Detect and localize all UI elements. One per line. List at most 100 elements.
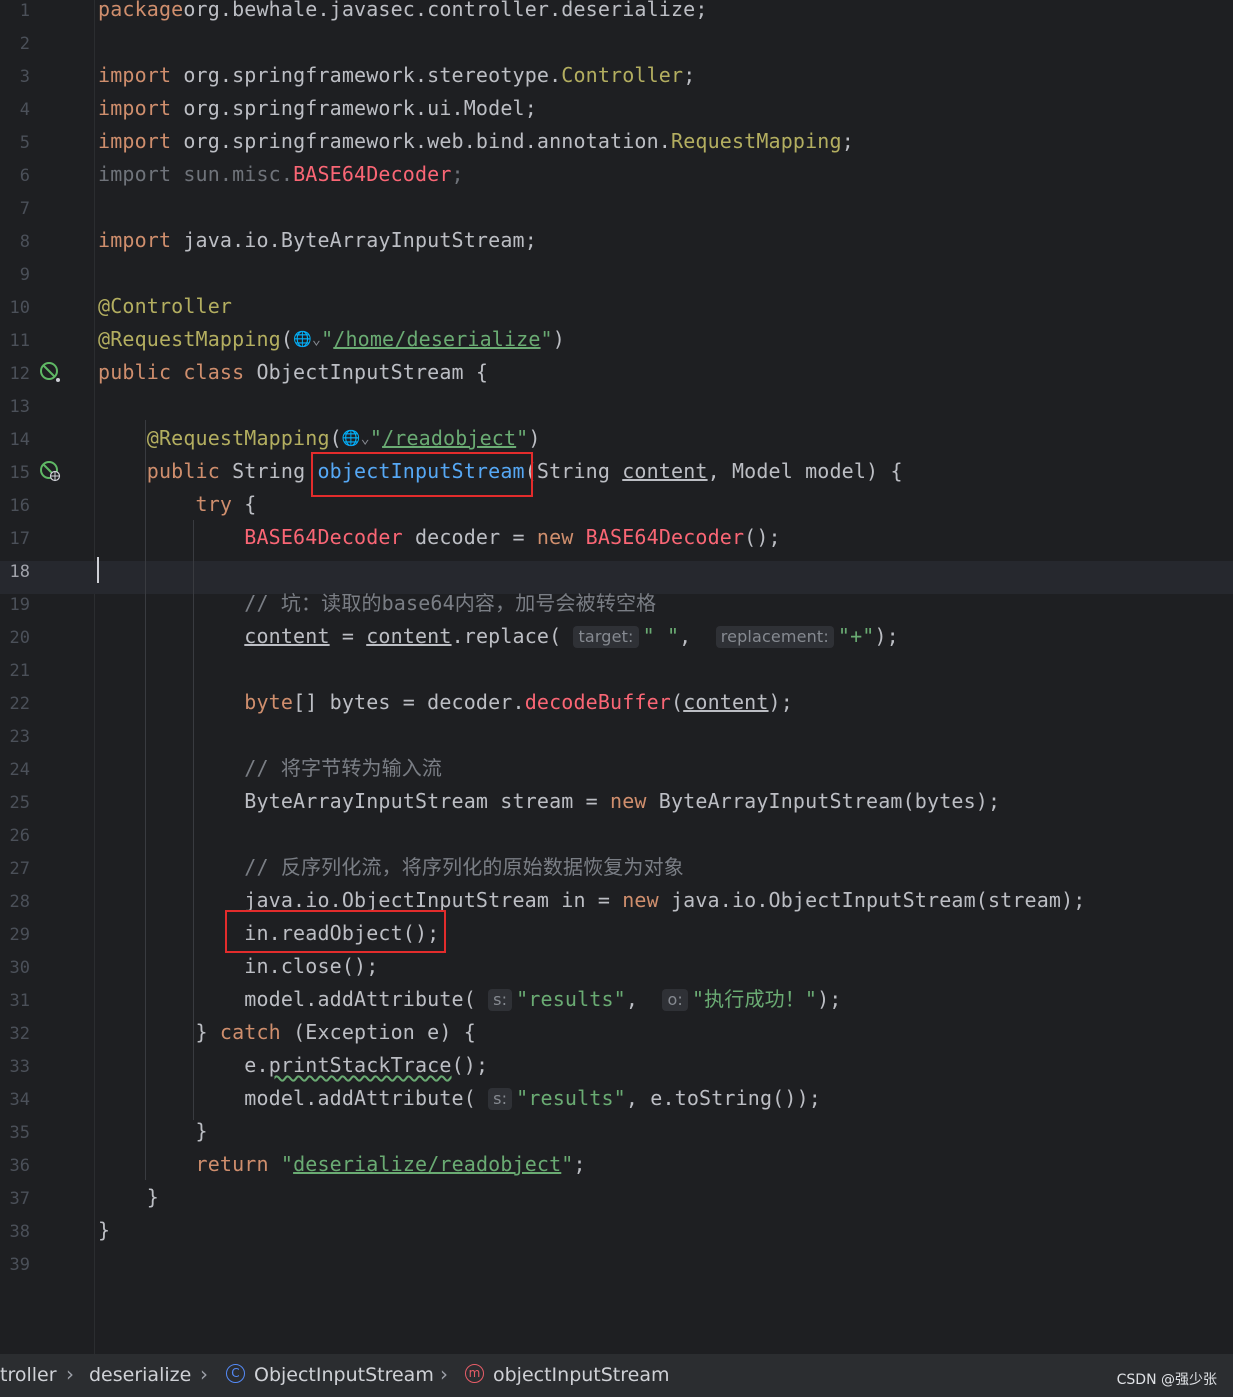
code-token: import [98, 228, 172, 252]
line-number[interactable]: 33 [0, 1056, 30, 1078]
code-text[interactable]: // 坑：读取的base64内容，加号会被转空格 [98, 590, 656, 616]
code-token: ByteArrayInputStream(bytes); [646, 789, 1001, 813]
code-text[interactable]: } [98, 1118, 208, 1144]
line-number[interactable]: 17 [0, 528, 30, 550]
line-number[interactable]: 38 [0, 1221, 30, 1243]
code-text[interactable]: packageorg.bewhale.javasec.controller.de… [98, 0, 708, 22]
line-number[interactable]: 25 [0, 792, 30, 814]
code-text[interactable]: @RequestMapping(🌐⌄"/readobject") [98, 425, 541, 451]
line-number[interactable]: 10 [0, 297, 30, 319]
code-text[interactable]: BASE64Decoder decoder = new BASE64Decode… [98, 524, 781, 550]
method-icon: m [465, 1364, 484, 1383]
line-number[interactable]: 29 [0, 924, 30, 946]
line-number[interactable]: 36 [0, 1155, 30, 1177]
code-line[interactable]: 1 packageorg.bewhale.javasec.controller.d… [0, 0, 1233, 33]
line-number[interactable]: 4 [0, 99, 30, 121]
watermark: CSDN @强少张 [1116, 1372, 1217, 1388]
code-text[interactable]: in.close(); [98, 953, 378, 979]
code-text[interactable]: import java.io.ByteArrayInputStream; [98, 227, 537, 253]
code-token: byte [244, 690, 294, 714]
breadcrumb-item-method[interactable]: objectInputStream [493, 1364, 670, 1386]
code-line[interactable]: 37 } [0, 1185, 1233, 1221]
code-text[interactable]: try { [98, 491, 257, 517]
breadcrumb-item-deserialize[interactable]: deserialize [89, 1364, 191, 1386]
code-text[interactable]: @Controller [98, 293, 232, 319]
spring-endpoint-icon[interactable] [39, 460, 61, 482]
code-text[interactable]: model.addAttribute( s: "results", o: "执行成功… [98, 986, 841, 1012]
code-token: " [321, 327, 334, 351]
code-text[interactable]: import org.springframework.web.bind.anno… [98, 128, 854, 154]
breadcrumb-item-class[interactable]: ObjectInputStream [254, 1364, 434, 1386]
line-number[interactable]: 16 [0, 495, 30, 517]
code-line[interactable]: 17 BASE64Decoder decoder = new BASE64Dec… [0, 525, 1233, 561]
line-number[interactable]: 37 [0, 1188, 30, 1210]
code-text[interactable]: return "deserialize/readobject"; [98, 1151, 586, 1177]
code-token: (Exception e) { [280, 1020, 476, 1044]
line-number[interactable]: 21 [0, 660, 30, 682]
line-number[interactable]: 3 [0, 66, 30, 88]
line-number[interactable]: 5 [0, 132, 30, 154]
code-text[interactable]: // 将字节转为输入流 [98, 755, 442, 781]
code-line[interactable]: 39 [0, 1254, 1233, 1287]
line-number[interactable]: 7 [0, 198, 30, 220]
code-text[interactable]: byte[] bytes = decoder.decodeBuffer(cont… [98, 689, 793, 715]
code-line[interactable]: 20 content = content.replace( target: " "… [0, 624, 1233, 660]
code-line[interactable]: 25 ByteArrayInputStream stream = new Byt… [0, 789, 1233, 825]
line-number[interactable]: 30 [0, 957, 30, 979]
code-text[interactable]: } [98, 1217, 110, 1243]
spring-bean-icon[interactable] [39, 361, 61, 383]
code-text[interactable]: } [98, 1184, 159, 1210]
line-number[interactable]: 14 [0, 429, 30, 451]
line-number[interactable]: 34 [0, 1089, 30, 1111]
line-number[interactable]: 39 [0, 1254, 30, 1276]
line-number[interactable]: 8 [0, 231, 30, 253]
code-token: java.io.ObjectInputStream(stream); [658, 888, 1086, 912]
code-text[interactable]: @RequestMapping(🌐⌄"/home/deserialize") [98, 326, 565, 352]
line-number[interactable]: 11 [0, 330, 30, 352]
code-token: ObjectInputStream { [244, 360, 489, 384]
code-text[interactable]: model.addAttribute( s: "results", e.toStr… [98, 1085, 821, 1111]
code-token: , Model model) { [707, 459, 903, 483]
line-number[interactable]: 22 [0, 693, 30, 715]
code-text[interactable]: e.printStackTrace(); [98, 1052, 488, 1078]
line-number[interactable]: 26 [0, 825, 30, 847]
line-number[interactable]: 1 [0, 0, 30, 22]
line-number[interactable]: 32 [0, 1023, 30, 1045]
line-number[interactable]: 19 [0, 594, 30, 616]
line-number[interactable]: 6 [0, 165, 30, 187]
code-line[interactable]: 22 byte[] bytes = decoder.decodeBuffer(c… [0, 690, 1233, 726]
line-number[interactable]: 12 [0, 363, 30, 385]
code-text[interactable]: content = content.replace( target: " ", r… [98, 623, 899, 649]
code-line[interactable]: 6 import sun.misc.BASE64Decoder; [0, 162, 1233, 198]
line-number[interactable]: 9 [0, 264, 30, 286]
line-number[interactable]: 31 [0, 990, 30, 1012]
parameter-hint: o: [662, 989, 688, 1011]
line-number[interactable]: 13 [0, 396, 30, 418]
code-text[interactable]: // 反序列化流，将序列化的原始数据恢复为对象 [98, 854, 684, 880]
code-text[interactable]: import sun.misc.BASE64Decoder; [98, 161, 464, 187]
line-number[interactable]: 23 [0, 726, 30, 748]
code-line[interactable]: 12 public class ObjectInputStream { [0, 360, 1233, 396]
line-number[interactable]: 35 [0, 1122, 30, 1144]
code-text[interactable]: import org.springframework.ui.Model; [98, 95, 537, 121]
code-token: "results" [516, 1086, 626, 1110]
code-text[interactable]: import org.springframework.stereotype.Co… [98, 62, 695, 88]
breadcrumb-item-controller[interactable]: troller [0, 1364, 57, 1386]
line-number[interactable]: 20 [0, 627, 30, 649]
code-line[interactable]: 38} [0, 1218, 1233, 1254]
line-number[interactable]: 24 [0, 759, 30, 781]
code-text[interactable]: ByteArrayInputStream stream = new ByteAr… [98, 788, 1000, 814]
code-editor[interactable]: 1 packageorg.bewhale.javasec.controller.d… [0, 0, 1233, 1354]
code-line[interactable]: 8 import java.io.ByteArrayInputStream; [0, 228, 1233, 264]
line-number[interactable]: 2 [0, 33, 30, 55]
code-text[interactable]: public class ObjectInputStream { [98, 359, 488, 385]
line-number[interactable]: 18 [0, 561, 30, 583]
line-number[interactable]: 27 [0, 858, 30, 880]
code-line[interactable]: 36 return "deserialize/readobject"; [0, 1152, 1233, 1188]
globe-icon: 🌐⌄ [293, 330, 322, 348]
line-number[interactable]: 15 [0, 462, 30, 484]
code-text[interactable]: } catch (Exception e) { [98, 1019, 476, 1045]
line-number[interactable]: 28 [0, 891, 30, 913]
